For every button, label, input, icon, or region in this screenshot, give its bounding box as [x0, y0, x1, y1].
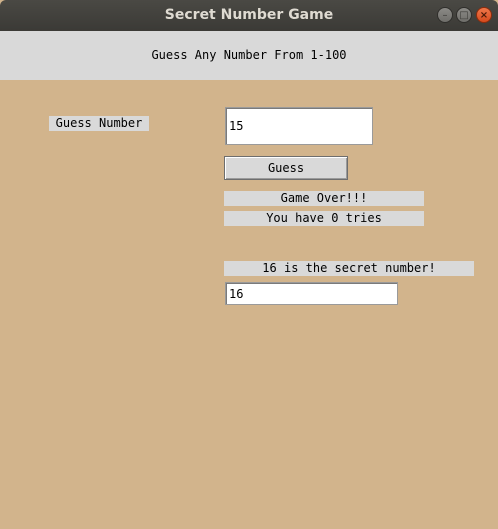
window-title: Secret Number Game: [164, 7, 334, 23]
close-icon[interactable]: ×: [476, 7, 492, 23]
tries-remaining-label: You have 0 tries: [224, 211, 424, 226]
guess-number-label: Guess Number: [49, 116, 149, 131]
game-over-label: Game Over!!!: [224, 191, 424, 206]
secret-number-field[interactable]: [225, 282, 398, 305]
guess-button[interactable]: Guess: [224, 156, 348, 180]
minimize-icon[interactable]: –: [437, 7, 453, 23]
maximize-icon[interactable]: □: [456, 7, 472, 23]
secret-number-label: 16 is the secret number!: [224, 261, 474, 276]
window-titlebar: Secret Number Game – □ ×: [0, 0, 498, 31]
instruction-text: Guess Any Number From 1-100: [151, 48, 347, 62]
guess-input[interactable]: [225, 107, 373, 145]
instruction-banner: Guess Any Number From 1-100: [0, 31, 498, 80]
